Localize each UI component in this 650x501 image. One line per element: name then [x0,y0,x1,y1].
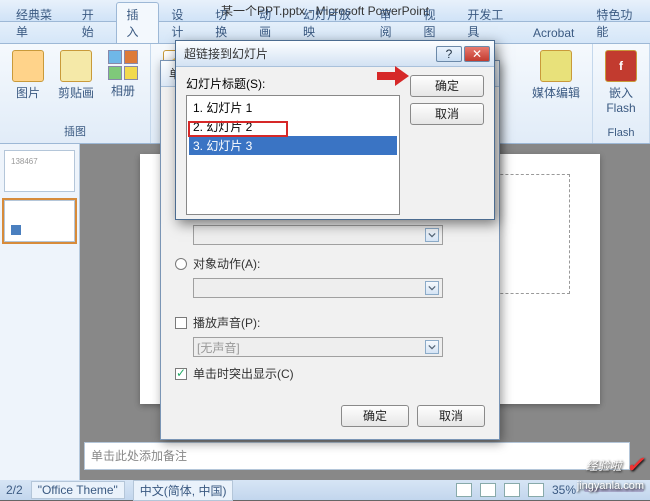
watermark-text: 经验啦 [586,457,622,474]
list-item[interactable]: 2. 幻灯片 2 [189,117,397,136]
ribbon-media-button[interactable]: 媒体编辑 [528,48,584,103]
hyperlink-dialog-titlebar[interactable]: 超链接到幻灯片 ? ✕ [176,41,494,67]
view-normal-button[interactable] [456,483,472,497]
status-slide-counter: 2/2 [6,483,23,497]
ribbon-group-media: 媒体编辑 [520,44,593,143]
view-slideshow-button[interactable] [528,483,544,497]
tab-design[interactable]: 设计 [161,3,203,43]
ribbon-flash-button[interactable]: f 嵌入 Flash [601,48,641,117]
thumbnail-2[interactable] [4,200,75,242]
statusbar: 2/2 "Office Theme" 中文(简体, 中国) 35% [0,480,650,500]
label-play-sound: 播放声音(P): [193,314,260,331]
chevron-down-icon [425,340,439,354]
picture-icon [12,50,44,82]
status-theme[interactable]: "Office Theme" [31,481,125,499]
help-button[interactable]: ? [436,46,462,62]
ribbon-group-images: 图片 剪贴画 相册 插图 [0,44,151,143]
action-dialog-ok-button[interactable]: 确定 [341,405,409,427]
chevron-down-icon [425,228,439,242]
thumbnail-1[interactable]: 138467 [4,150,75,192]
tab-transitions[interactable]: 切换 [205,3,247,43]
status-language[interactable]: 中文(简体, 中国) [133,480,234,501]
ribbon-picture-button[interactable]: 图片 [8,48,48,103]
media-icon [540,50,572,82]
ribbon-clipart-button[interactable]: 剪贴画 [54,48,98,103]
flash-icon: f [605,50,637,82]
tab-animations[interactable]: 动画 [249,3,291,43]
ribbon-album-button[interactable]: 相册 [104,48,142,103]
watermark-url: jingyanla.com [577,480,644,492]
hyperlink-cancel-button[interactable]: 取消 [410,103,484,125]
watermark: 经验啦 ✓ jingyanla.com [586,452,644,478]
status-zoom: 35% [552,483,576,497]
tab-view[interactable]: 视图 [413,3,455,43]
clipart-icon [60,50,92,82]
content-placeholder[interactable] [490,174,570,294]
checkbox-play-sound[interactable] [175,317,187,329]
action-dialog-cancel-button[interactable]: 取消 [417,405,485,427]
radio-object-action[interactable] [175,258,187,270]
checkmark-icon: ✓ [626,452,644,478]
tab-home[interactable]: 开始 [72,3,114,43]
tab-insert[interactable]: 插入 [116,2,160,43]
hyperlink-ok-button[interactable]: 确定 [410,75,484,97]
slide-title-listbox[interactable]: 1. 幻灯片 1 2. 幻灯片 2 3. 幻灯片 3 [186,95,400,215]
slide-thumbnail-pane[interactable]: 138467 [0,144,80,480]
hyperlink-to-slide-dialog: 超链接到幻灯片 ? ✕ 幻灯片标题(S): 1. 幻灯片 1 2. 幻灯片 2 … [175,40,495,220]
ribbon-group-label-flash: Flash [608,125,635,139]
tab-slideshow[interactable]: 幻灯片放映 [293,3,368,43]
tab-special[interactable]: 特色功能 [586,3,650,43]
view-sorter-button[interactable] [480,483,496,497]
close-button[interactable]: ✕ [464,46,490,62]
object-action-combo [193,278,443,298]
checkbox-highlight-click[interactable] [175,368,187,380]
sound-combo: [无声音] [193,337,443,357]
label-highlight-click: 单击时突出显示(C) [193,365,294,382]
list-item[interactable]: 3. 幻灯片 3 [189,136,397,155]
hyperlink-dialog-title: 超链接到幻灯片 [184,45,268,62]
tab-review[interactable]: 审阅 [370,3,412,43]
view-reading-button[interactable] [504,483,520,497]
notes-pane[interactable]: 单击此处添加备注 [84,442,630,470]
label-object-action: 对象动作(A): [193,255,260,272]
tab-acrobat[interactable]: Acrobat [523,23,584,43]
album-icon [108,50,138,80]
notes-placeholder: 单击此处添加备注 [91,449,187,463]
ribbon-group-flash: f 嵌入 Flash Flash [593,44,650,143]
tab-devtools[interactable]: 开发工具 [457,3,521,43]
ribbon-group-label-illustrations: 插图 [64,121,86,139]
tab-classic[interactable]: 经典菜单 [6,3,70,43]
chevron-down-icon [425,281,439,295]
macro-combo [193,225,443,245]
slide-title-label: 幻灯片标题(S): [186,75,400,92]
list-item[interactable]: 1. 幻灯片 1 [189,98,397,117]
close-icon: ✕ [472,47,482,61]
